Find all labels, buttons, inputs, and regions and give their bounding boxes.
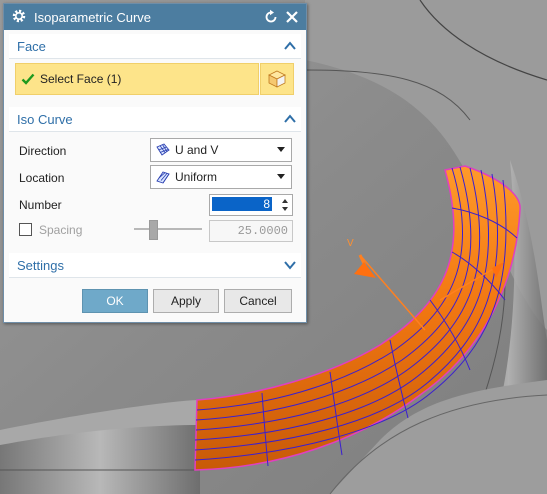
checkmark-icon <box>21 73 35 85</box>
spacing-value: 25.0000 <box>237 224 288 238</box>
face-selection-button[interactable] <box>260 63 294 95</box>
direction-value: U and V <box>175 143 219 157</box>
close-icon[interactable] <box>284 9 300 25</box>
spacing-slider-thumb[interactable] <box>149 220 158 240</box>
location-value: Uniform <box>175 170 218 184</box>
cancel-button[interactable]: Cancel <box>224 289 292 313</box>
chevron-down-icon[interactable] <box>283 258 297 272</box>
chevron-up-icon[interactable] <box>283 39 297 53</box>
spacing-label: Spacing <box>39 223 83 237</box>
number-value[interactable]: 8 <box>212 197 272 211</box>
face-section-title: Face <box>17 39 46 54</box>
direction-dropdown[interactable]: U and V <box>150 138 292 162</box>
chevron-down-icon <box>277 174 285 179</box>
spacing-slider-track[interactable] <box>134 228 202 230</box>
location-label: Location <box>19 171 65 185</box>
select-face-label: Select Face (1) <box>40 72 122 86</box>
face-section-header[interactable]: Face <box>9 34 301 59</box>
spin-arrows-icon[interactable] <box>281 197 289 213</box>
chevron-up-icon[interactable] <box>283 112 297 126</box>
ok-button[interactable]: OK <box>82 289 148 313</box>
iso-curve-section-header[interactable]: Iso Curve <box>9 107 301 132</box>
reset-icon[interactable] <box>263 9 279 25</box>
dialog-title: Isoparametric Curve <box>34 10 152 25</box>
number-stepper[interactable]: 8 <box>209 194 293 216</box>
apply-button[interactable]: Apply <box>153 289 219 313</box>
iso-curve-section-title: Iso Curve <box>17 112 73 127</box>
spacing-input[interactable]: 25.0000 <box>209 220 293 242</box>
cube-icon <box>268 70 286 88</box>
spacing-checkbox[interactable] <box>19 223 32 236</box>
dialog-titlebar[interactable]: Isoparametric Curve <box>4 4 306 30</box>
isoparametric-curve-dialog: Isoparametric Curve Face Select Face (1)… <box>3 3 307 323</box>
uniform-curves-icon <box>156 171 170 184</box>
uv-grid-icon <box>156 143 170 156</box>
axis-label-v: V <box>347 238 354 249</box>
gear-icon <box>12 9 26 23</box>
settings-section-title: Settings <box>17 258 64 273</box>
chevron-down-icon <box>277 147 285 152</box>
select-face-row[interactable]: Select Face (1) <box>15 63 259 95</box>
direction-label: Direction <box>19 144 67 158</box>
location-dropdown[interactable]: Uniform <box>150 165 292 189</box>
number-label: Number <box>19 198 62 212</box>
settings-section-header[interactable]: Settings <box>9 253 301 278</box>
